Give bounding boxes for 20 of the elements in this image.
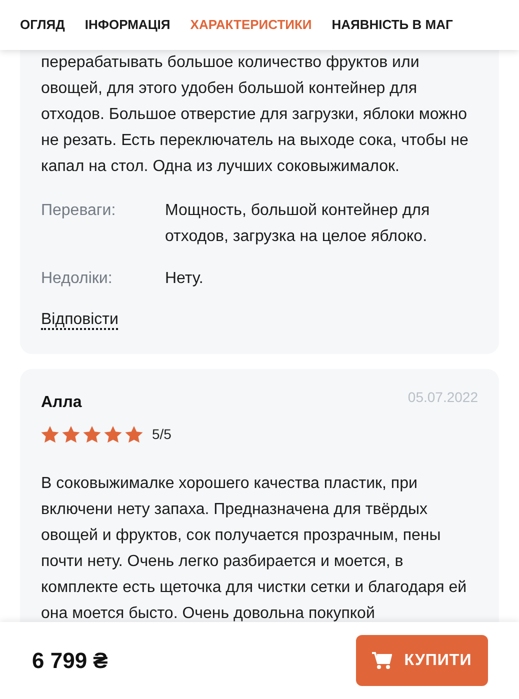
tab[interactable]: ІНФОРМАЦІЯ (84, 15, 170, 35)
detail-label: Переваги: (41, 201, 117, 221)
star-icon (83, 426, 101, 443)
reviewer-name: Алла (41, 393, 82, 413)
detail-label: Недоліки: (41, 269, 114, 289)
star-icon (62, 426, 80, 443)
star-icon (104, 426, 122, 443)
star-icon (41, 426, 59, 443)
star-icon (125, 426, 143, 443)
review-text: перерабатывать большое количество фруктов или овощей, для этого удобен большой контейнер для отходов. Большое отверстие для загрузки, яблоки можно не резать. Есть переключатель на выходе сока, чтобы не капал на стол. Одна из лучших соковыжималок. (41, 53, 470, 177)
tab[interactable]: ОГЛЯД (20, 15, 65, 35)
detail-value: Мощность, большой контейнер для отходов, загрузка на целое яблоко. (165, 201, 431, 247)
rating-text: 5/5 (152, 425, 172, 444)
price: 6 799 ₴ (32, 647, 108, 675)
reply-link[interactable]: Відповісти (41, 311, 118, 330)
tab[interactable]: НАЯВНІСТЬ В МАГ (332, 15, 453, 35)
review-text: В соковыжималке хорошего качества пластик, при включени нету запаха. Предназначена для твёрдых овощей и фруктов, сок получается прозрачным, пены почти нету. Очень легко разбирается и моется, в комплекте есть щеточка для чистки сетки и благодаря ей она моется бысто. Очень довольна покупкой (41, 474, 468, 624)
detail-value: Нету. (165, 269, 204, 289)
review-date: 05.07.2022 (408, 388, 478, 407)
cart-icon (372, 652, 392, 670)
